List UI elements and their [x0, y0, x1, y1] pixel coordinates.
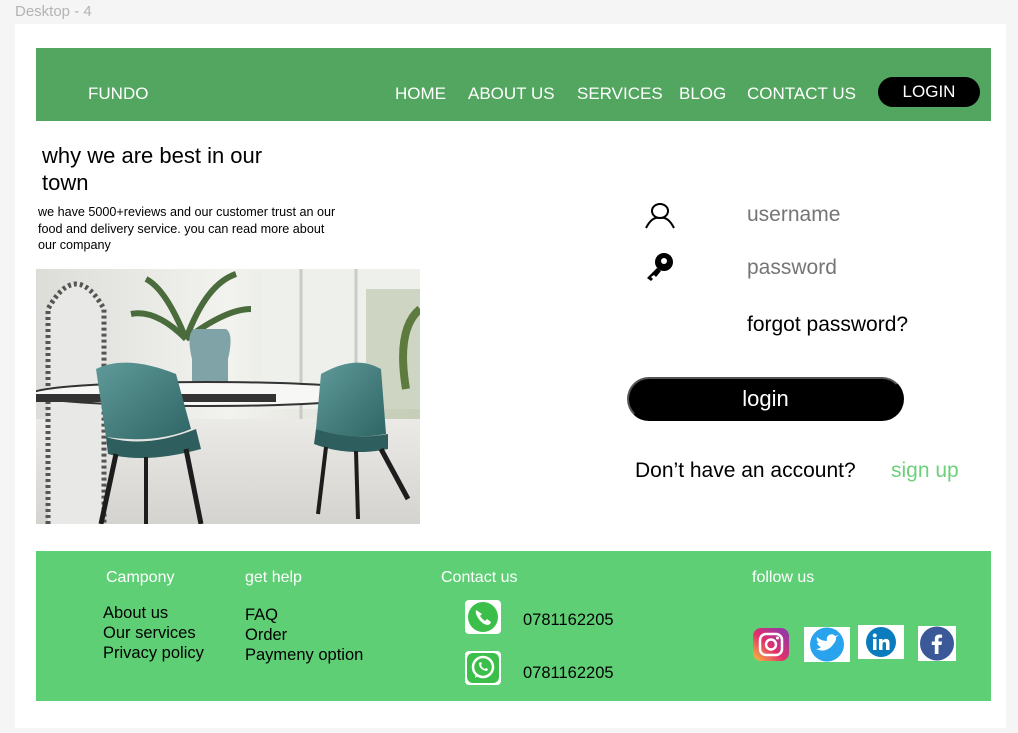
footer-contact-heading: Contact us [441, 569, 518, 586]
header-login-button[interactable]: LOGIN [878, 77, 980, 107]
nav-home[interactable]: HOME [395, 84, 446, 104]
footer-link-our-services[interactable]: Our services [103, 624, 196, 643]
footer-help-heading: get help [245, 569, 302, 586]
nav-blog[interactable]: BLOG [679, 84, 726, 104]
nav-contact-us[interactable]: CONTACT US [747, 84, 856, 104]
key-icon [642, 250, 678, 282]
instagram-icon[interactable] [752, 627, 790, 662]
phone-number: 0781162205 [523, 611, 614, 629]
whatsapp-icon[interactable] [465, 651, 501, 685]
nav-about-us[interactable]: ABOUT US [468, 84, 555, 104]
nav-services[interactable]: SERVICES [577, 84, 663, 104]
footer-link-payment-option[interactable]: Paymeny option [245, 646, 363, 665]
hero-text: we have 5000+reviews and our customer tr… [38, 205, 336, 252]
twitter-icon[interactable] [804, 627, 850, 662]
sign-up-link[interactable]: sign up [891, 459, 959, 483]
footer-link-faq[interactable]: FAQ [245, 606, 278, 625]
footer-link-privacy-policy[interactable]: Privacy policy [103, 644, 204, 663]
username-field[interactable] [747, 203, 1018, 227]
password-field[interactable] [747, 256, 1018, 280]
header-bar: FUNDO HOME ABOUT US SERVICES BLOG CONTAC… [36, 48, 991, 121]
user-icon [642, 200, 678, 232]
footer-company-heading: Campony [106, 569, 175, 586]
footer-follow-heading: follow us [752, 569, 815, 586]
brand-logo[interactable]: FUNDO [88, 84, 148, 104]
linkedin-icon[interactable] [858, 625, 904, 659]
footer: Campony About us Our services Privacy po… [36, 551, 991, 701]
phone-icon[interactable] [465, 600, 501, 634]
no-account-text: Don’t have an account? [635, 459, 856, 482]
dining-room-photo [36, 269, 420, 524]
facebook-icon[interactable] [918, 626, 956, 661]
hero-title: why we are best in our town [42, 143, 263, 195]
footer-link-about-us[interactable]: About us [103, 604, 168, 623]
footer-link-order[interactable]: Order [245, 626, 287, 645]
forgot-password-link[interactable]: forgot password? [747, 313, 908, 337]
frame-label: Desktop - 4 [15, 3, 92, 20]
whatsapp-number: 0781162205 [523, 664, 614, 682]
login-button[interactable]: login [627, 377, 904, 421]
